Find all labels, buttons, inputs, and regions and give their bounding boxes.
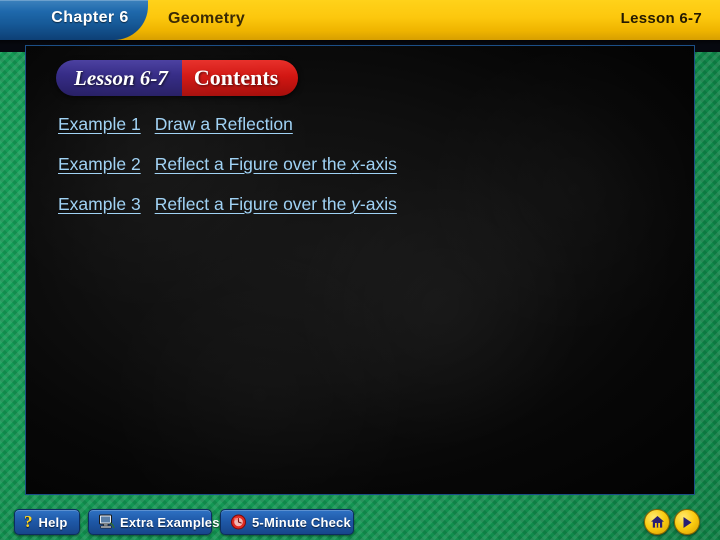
- five-minute-check-button-label: 5-Minute Check: [252, 514, 351, 530]
- home-icon: [650, 516, 664, 528]
- contents-banner-title-text: Contents: [193, 65, 279, 90]
- example-1-title-link[interactable]: Draw a Reflection: [155, 114, 293, 135]
- example-2-title-italic: x: [351, 154, 360, 174]
- example-3-title-italic: y: [351, 194, 360, 214]
- example-3-title-pre: Reflect a Figure over the: [154, 194, 352, 214]
- next-slide-button[interactable]: [674, 509, 700, 535]
- example-3-title-post: -axis: [359, 194, 397, 214]
- example-2-title-pre: Reflect a Figure over the: [154, 154, 352, 174]
- chapter-label: Chapter 6: [51, 9, 129, 26]
- example-3-number-link[interactable]: Example 3: [58, 194, 141, 215]
- extra-examples-button-label: Extra Examples: [120, 514, 220, 530]
- example-2-title-post: -axis: [359, 154, 397, 174]
- question-mark-icon: ?: [24, 512, 33, 531]
- subject-label: Geometry: [168, 10, 246, 27]
- computer-monitor-icon: [99, 514, 115, 529]
- contents-banner-title: Contents: [181, 60, 299, 96]
- red-clock-icon: [231, 514, 246, 530]
- list-item: Example 3 Reflect a Figure over the y-ax…: [58, 194, 658, 215]
- list-item: Example 1 Draw a Reflection: [58, 114, 658, 135]
- contents-banner-lesson-text: Lesson 6-7: [74, 65, 168, 90]
- home-button[interactable]: [644, 509, 670, 535]
- slide-viewer: Chapter 6 Geometry Lesson 6-7 Lesson 6-7…: [0, 0, 720, 540]
- example-2-title-link[interactable]: Reflect a Figure over the x-axis: [155, 154, 397, 175]
- example-3-title-link[interactable]: Reflect a Figure over the y-axis: [155, 194, 397, 215]
- example-1-title-pre: Draw a Reflection: [154, 114, 293, 134]
- lesson-number-label: Lesson 6-7: [620, 10, 702, 27]
- slide-content-panel: Lesson 6-7 Contents Example 1 Draw a Ref…: [25, 45, 695, 495]
- list-item: Example 2 Reflect a Figure over the x-ax…: [58, 154, 658, 175]
- contents-banner: Lesson 6-7 Contents: [56, 60, 299, 96]
- example-2-number-link[interactable]: Example 2: [58, 154, 141, 175]
- contents-banner-lesson: Lesson 6-7: [56, 60, 182, 96]
- play-next-icon: [683, 516, 692, 528]
- contents-list: Example 1 Draw a Reflection Example 2 Re…: [58, 114, 658, 234]
- example-1-number-link[interactable]: Example 1: [58, 114, 141, 135]
- five-minute-check-button[interactable]: 5-Minute Check: [220, 509, 354, 535]
- help-button[interactable]: ? Help: [14, 509, 80, 535]
- help-button-label: Help: [38, 514, 68, 530]
- header-bar: Chapter 6 Geometry Lesson 6-7: [0, 0, 720, 40]
- extra-examples-button[interactable]: Extra Examples: [88, 509, 219, 535]
